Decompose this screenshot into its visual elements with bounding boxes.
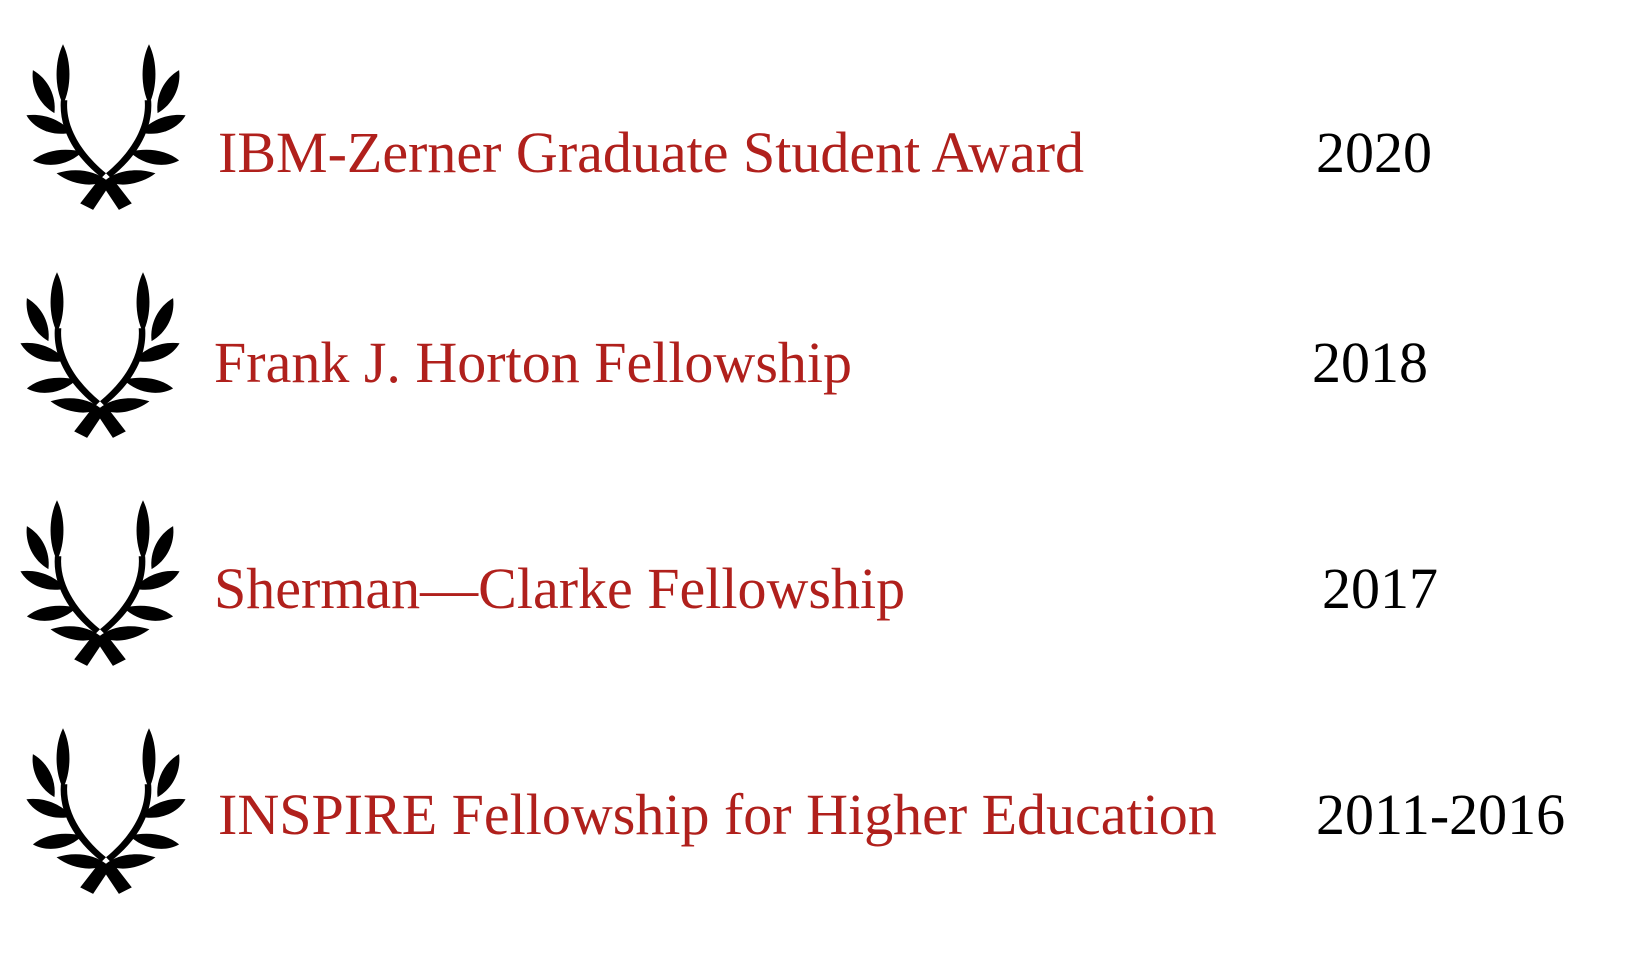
award-name: INSPIRE Fellowship for Higher Education (218, 782, 1217, 847)
award-row: Frank J. Horton Fellowship 2018 (0, 268, 1644, 448)
laurel-wreath-icon (20, 724, 192, 896)
award-row: INSPIRE Fellowship for Higher Education … (0, 724, 1644, 904)
award-name: Frank J. Horton Fellowship (214, 330, 852, 395)
award-name: IBM-Zerner Graduate Student Award (218, 120, 1085, 185)
award-year: 2018 (1312, 330, 1428, 395)
laurel-wreath-icon (20, 40, 192, 212)
award-year: 2020 (1316, 120, 1432, 185)
award-year: 2017 (1322, 556, 1438, 621)
laurel-wreath-icon (14, 496, 186, 668)
award-row: IBM-Zerner Graduate Student Award 2020 (0, 40, 1644, 220)
award-year: 2011-2016 (1316, 782, 1566, 847)
laurel-wreath-icon (14, 268, 186, 440)
award-name: Sherman—Clarke Fellowship (214, 556, 906, 621)
award-row: Sherman—Clarke Fellowship 2017 (0, 496, 1644, 676)
